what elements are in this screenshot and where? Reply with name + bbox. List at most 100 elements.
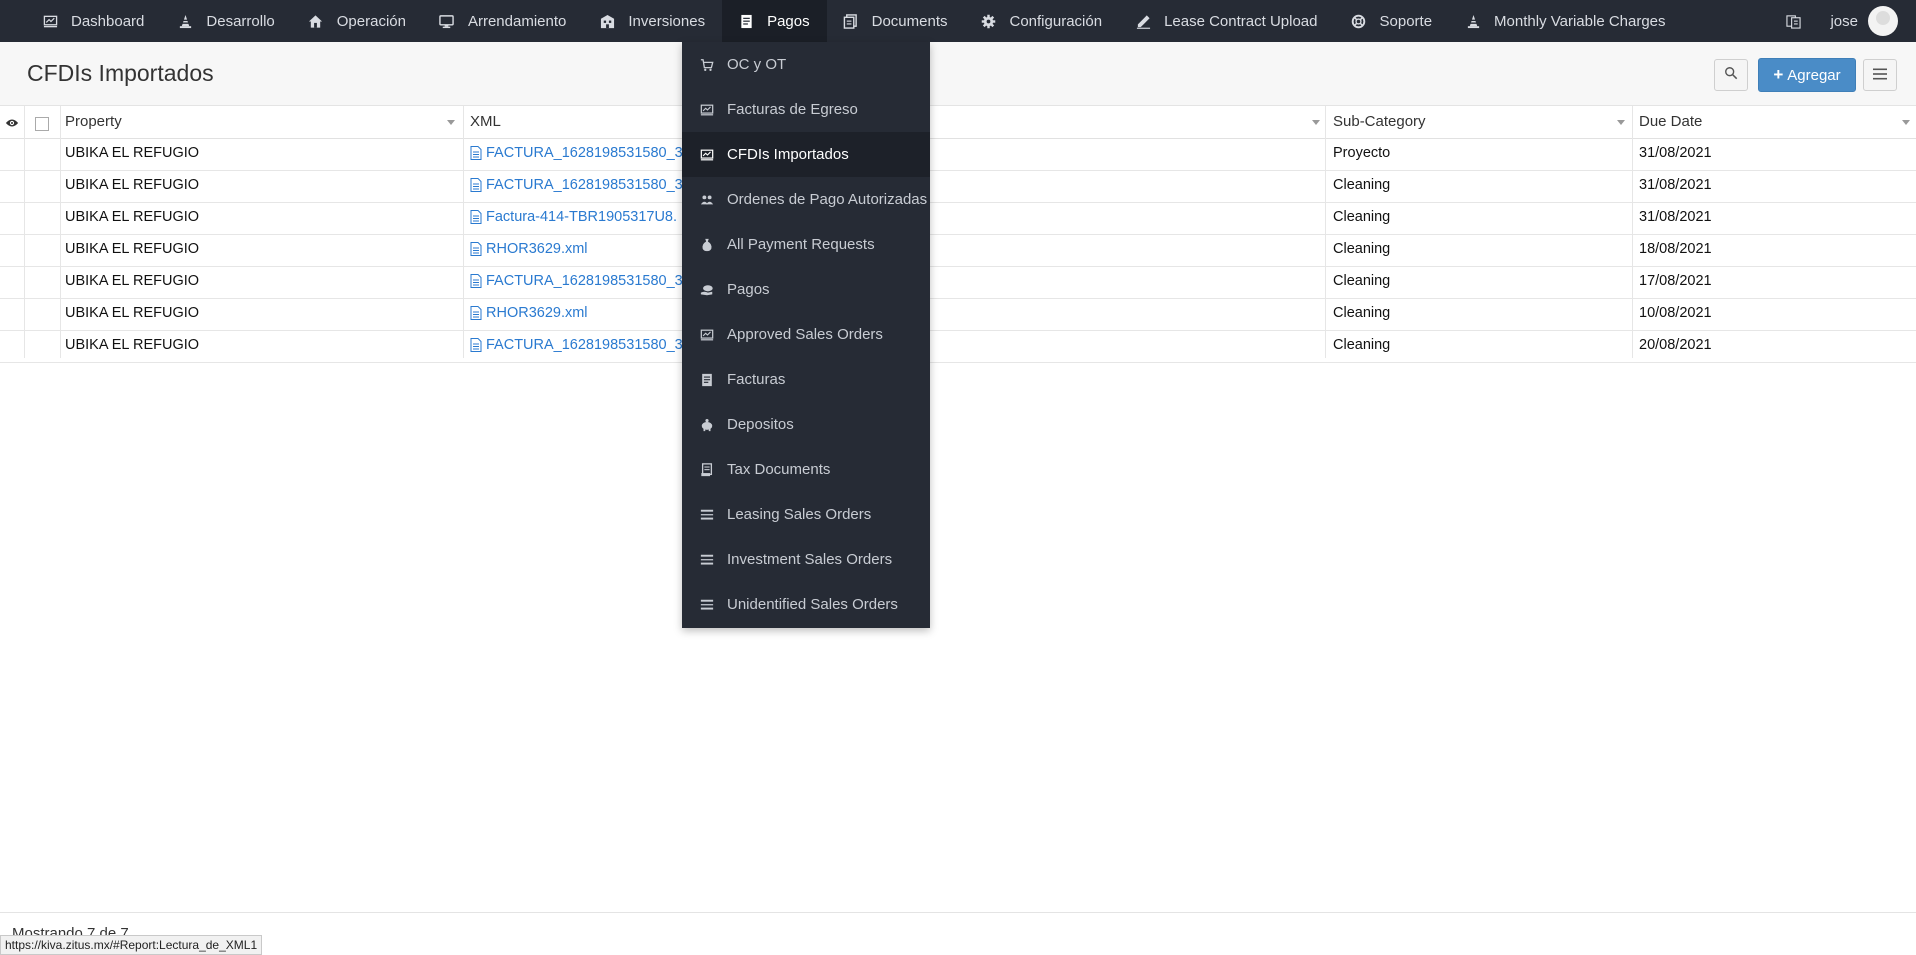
add-button-label: Agregar — [1787, 66, 1841, 84]
hamburger-icon — [1873, 67, 1887, 84]
table-row[interactable]: UBIKA EL REFUGIO Factura-414-TBR1905317U… — [0, 202, 1916, 235]
menu-item-tax-documents[interactable]: Tax Documents — [682, 447, 930, 492]
cell-due-date: 10/08/2021 — [1639, 305, 1712, 321]
menu-item-label: All Payment Requests — [727, 236, 875, 253]
column-header-property[interactable]: Property — [65, 106, 455, 138]
cell-property: UBIKA EL REFUGIO — [65, 145, 200, 161]
table-row[interactable]: UBIKA EL REFUGIO RHOR3629.xml Cleaning 1… — [0, 298, 1916, 331]
menu-item-all-payment-requests[interactable]: All Payment Requests — [682, 222, 930, 267]
chart-icon — [699, 102, 715, 118]
pagos-dropdown-menu: OC y OT Facturas de Egreso CFDIs Importa… — [682, 42, 930, 628]
column-header-due-date[interactable]: Due Date — [1639, 106, 1910, 138]
cell-property: UBIKA EL REFUGIO — [65, 177, 200, 193]
menu-item-pagos[interactable]: Pagos — [682, 267, 930, 312]
table-row[interactable]: UBIKA EL REFUGIO FACTURA_1628198531580_3… — [0, 266, 1916, 299]
nav-documents[interactable]: Documents — [827, 0, 965, 42]
menu-item-label: Leasing Sales Orders — [727, 506, 872, 523]
cell-property: UBIKA EL REFUGIO — [65, 305, 200, 321]
table-row[interactable]: UBIKA EL REFUGIO FACTURA_1628198531580_3… — [0, 330, 1916, 363]
cell-xml-link[interactable]: FACTURA_1628198531580_3 — [470, 138, 683, 168]
search-button[interactable] — [1714, 59, 1748, 91]
menu-item-depositos[interactable]: Depositos — [682, 402, 930, 447]
nav-desarrollo[interactable]: Desarrollo — [161, 0, 291, 42]
menu-item-cfdis-importados[interactable]: CFDIs Importados — [682, 132, 930, 177]
menu-item-label: Facturas — [727, 371, 786, 388]
xml-filename: FACTURA_1628198531580_3 — [486, 337, 683, 353]
menu-item-oc-y-ot[interactable]: OC y OT — [682, 42, 930, 87]
avatar[interactable] — [1868, 6, 1898, 36]
receipt-icon — [738, 13, 754, 29]
sort-caret-icon[interactable] — [1312, 120, 1320, 125]
cell-xml-link[interactable]: RHOR3629.xml — [470, 298, 588, 328]
table-row[interactable]: UBIKA EL REFUGIO FACTURA_1628198531580_3… — [0, 170, 1916, 203]
cell-sub-category: Cleaning — [1333, 241, 1391, 257]
lifebuoy-icon — [1351, 13, 1367, 29]
file-icon — [470, 274, 482, 288]
cell-xml-link[interactable]: FACTURA_1628198531580_3 — [470, 330, 683, 360]
nav-monthly-variable-charges[interactable]: Monthly Variable Charges — [1449, 0, 1682, 42]
menu-item-label: Investment Sales Orders — [727, 551, 893, 568]
nav-soporte[interactable]: Soporte — [1335, 0, 1450, 42]
cell-due-date: 17/08/2021 — [1639, 273, 1712, 289]
menu-item-investment-sales-orders[interactable]: Investment Sales Orders — [682, 537, 930, 582]
nav-label: Dashboard — [71, 12, 145, 30]
receipt-icon — [699, 372, 715, 388]
nav-label: Configuración — [1009, 12, 1103, 30]
menu-item-label: Approved Sales Orders — [727, 326, 883, 343]
nav-label: Arrendamiento — [467, 12, 567, 30]
sort-caret-icon[interactable] — [447, 120, 455, 125]
table-row[interactable]: UBIKA EL REFUGIO RHOR3629.xml Cleaning 1… — [0, 234, 1916, 267]
cell-xml-link[interactable]: Factura-414-TBR1905317U8. — [470, 202, 677, 232]
menu-button[interactable] — [1863, 59, 1897, 91]
sort-caret-icon[interactable] — [1617, 120, 1625, 125]
xml-filename: Factura-414-TBR1905317U8. — [486, 209, 678, 225]
nav-inversiones[interactable]: Inversiones — [583, 0, 722, 42]
file-icon — [470, 306, 482, 320]
cell-property: UBIKA EL REFUGIO — [65, 273, 200, 289]
document-icon — [843, 13, 859, 29]
chart-icon — [42, 13, 58, 29]
money-bag-icon — [699, 237, 715, 253]
cell-xml-link[interactable]: RHOR3629.xml — [470, 234, 588, 264]
plus-icon: + — [1773, 65, 1784, 84]
menu-item-approved-sales-orders[interactable]: Approved Sales Orders — [682, 312, 930, 357]
xml-filename: FACTURA_1628198531580_3 — [486, 145, 683, 161]
user-name[interactable]: jose — [1830, 13, 1858, 30]
file-icon — [470, 210, 482, 224]
xml-filename: FACTURA_1628198531580_3 — [486, 273, 683, 289]
list-icon — [699, 597, 715, 613]
money-hand-icon — [699, 282, 715, 298]
chart-icon — [699, 147, 715, 163]
add-button[interactable]: + Agregar — [1758, 58, 1856, 92]
column-header-sub-category[interactable]: Sub-Category — [1333, 106, 1625, 138]
eye-icon[interactable] — [5, 116, 19, 133]
cell-due-date: 31/08/2021 — [1639, 177, 1712, 193]
nav-label: Lease Contract Upload — [1164, 12, 1318, 30]
nav-label: Monthly Variable Charges — [1494, 12, 1666, 30]
menu-item-label: Ordenes de Pago Autorizadas — [727, 191, 928, 208]
user-area: jose — [1785, 0, 1916, 42]
select-all-checkbox[interactable] — [35, 117, 49, 131]
sort-caret-icon[interactable] — [1902, 120, 1910, 125]
file-icon — [470, 338, 482, 352]
menu-item-facturas-de-egreso[interactable]: Facturas de Egreso — [682, 87, 930, 132]
menu-item-leasing-sales-orders[interactable]: Leasing Sales Orders — [682, 492, 930, 537]
cell-xml-link[interactable]: FACTURA_1628198531580_3 — [470, 170, 683, 200]
cell-due-date: 18/08/2021 — [1639, 241, 1712, 257]
column-header-label: Sub-Category — [1333, 113, 1426, 130]
nav-operacion[interactable]: Operación — [292, 0, 423, 42]
nav-dashboard[interactable]: Dashboard — [0, 0, 161, 42]
nav-arrendamiento[interactable]: Arrendamiento — [423, 0, 583, 42]
menu-item-unidentified-sales-orders[interactable]: Unidentified Sales Orders — [682, 582, 930, 627]
nav-pagos[interactable]: Pagos — [722, 0, 827, 42]
file-icon — [470, 242, 482, 256]
nav-configuracion[interactable]: Configuración — [965, 0, 1120, 42]
language-icon[interactable] — [1785, 13, 1801, 29]
menu-item-ordenes-de-pago-autorizadas[interactable]: Ordenes de Pago Autorizadas — [682, 177, 930, 222]
column-header-label: Property — [65, 113, 122, 130]
menu-item-facturas[interactable]: Facturas — [682, 357, 930, 402]
cell-xml-link[interactable]: FACTURA_1628198531580_3 — [470, 266, 683, 296]
table-row[interactable]: UBIKA EL REFUGIO FACTURA_1628198531580_3… — [0, 138, 1916, 171]
nav-lease-contract-upload[interactable]: Lease Contract Upload — [1119, 0, 1334, 42]
cell-sub-category: Cleaning — [1333, 305, 1391, 321]
